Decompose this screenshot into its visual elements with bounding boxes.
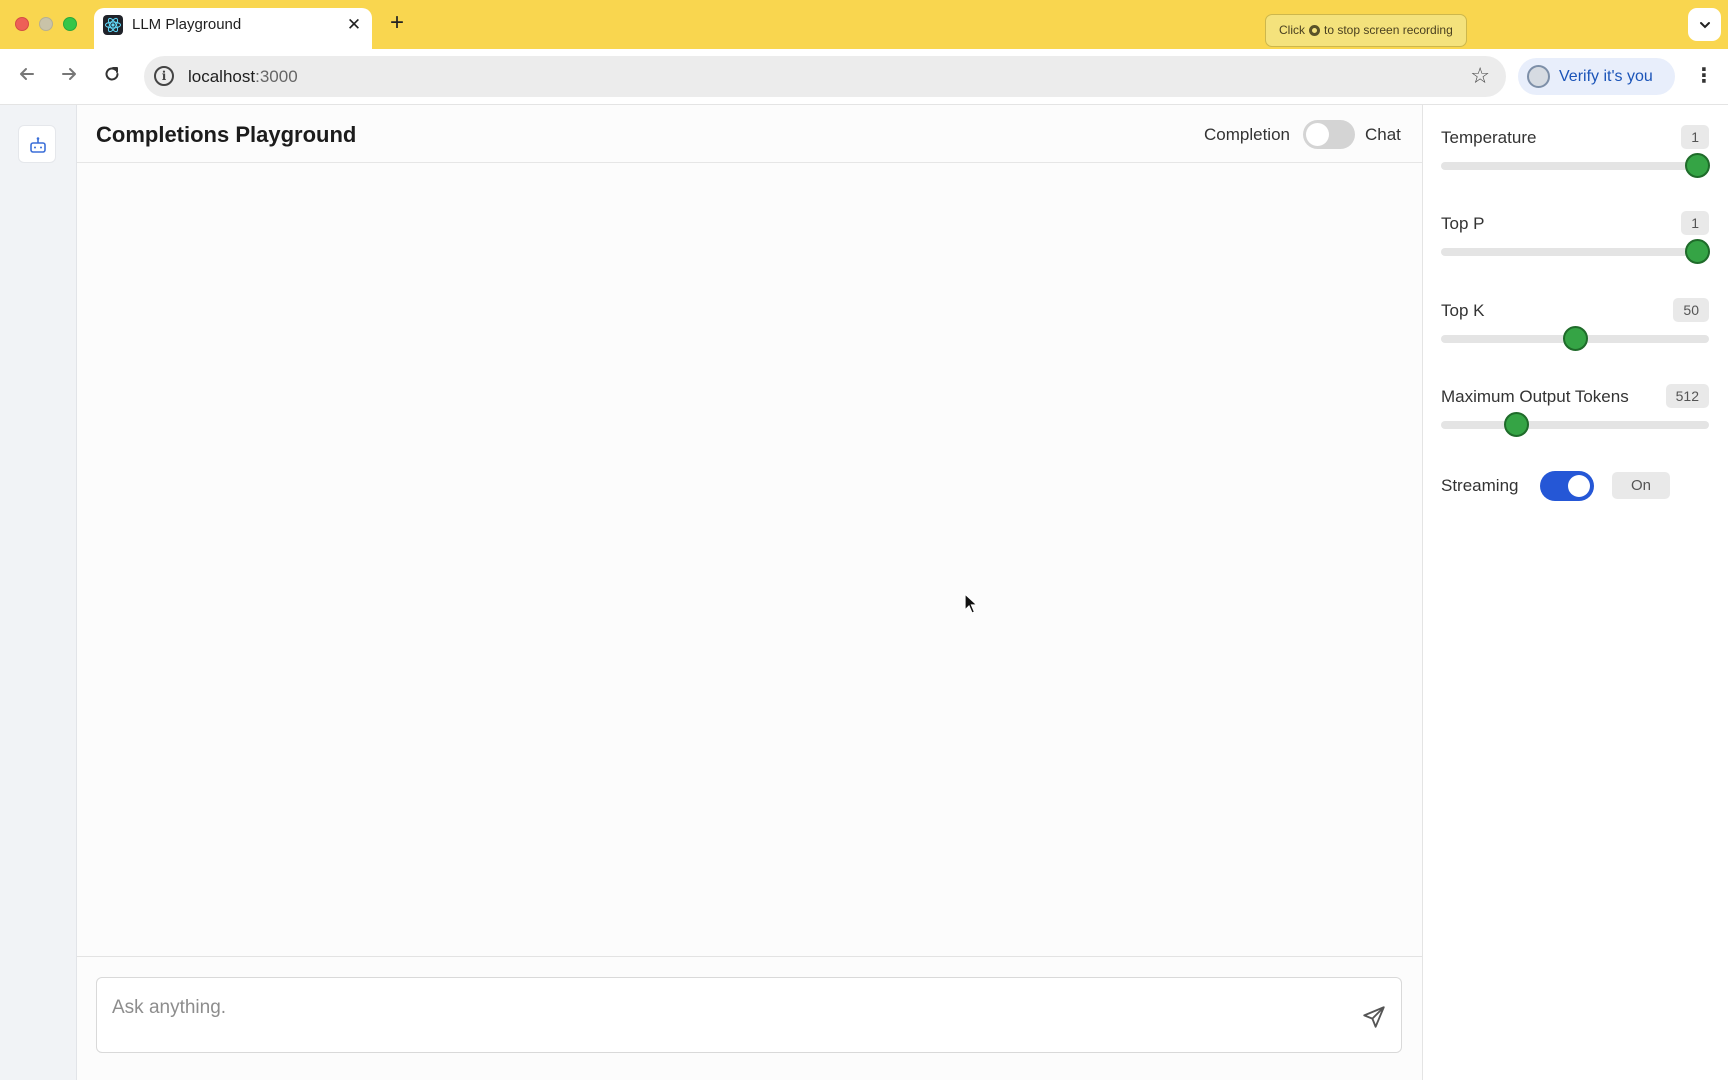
page-title: Completions Playground — [96, 122, 357, 147]
mode-toggle-switch[interactable] — [1303, 120, 1355, 149]
max-output-tokens-slider[interactable] — [1441, 412, 1709, 437]
param-value-input[interactable]: 1 — [1681, 211, 1709, 235]
temperature-slider[interactable] — [1441, 153, 1710, 178]
param-label: Temperature — [1441, 128, 1537, 147]
browser-toolbar: i localhost:3000 ☆ Verify it's you ⋮ — [0, 49, 1728, 105]
param-label: Maximum Output Tokens — [1441, 387, 1629, 406]
recording-notice-suffix: to stop screen recording — [1324, 23, 1453, 37]
site-info-icon[interactable]: i — [154, 66, 174, 86]
tab-search-button[interactable] — [1688, 8, 1721, 41]
window-minimize-button[interactable] — [39, 17, 53, 31]
top-k-slider[interactable] — [1441, 326, 1709, 351]
mode-toggle-knob — [1306, 123, 1329, 146]
param-label: Top P — [1441, 214, 1485, 233]
address-bar[interactable]: i localhost:3000 ☆ — [144, 56, 1506, 97]
param-value-input[interactable]: 1 — [1681, 125, 1709, 149]
url-host: localhost — [188, 67, 256, 86]
forward-button[interactable] — [56, 64, 82, 90]
mode-label-completion: Completion — [1204, 125, 1290, 144]
browser-tab-bar: LLM Playground ✕ + Click to stop screen … — [0, 0, 1728, 49]
screen-recording-tooltip[interactable]: Click to stop screen recording — [1265, 14, 1467, 47]
address-url[interactable]: localhost:3000 — [188, 67, 298, 87]
arrow-left-icon — [20, 68, 34, 80]
param-value-input[interactable]: 50 — [1673, 298, 1709, 322]
streaming-state-badge: On — [1612, 472, 1670, 499]
close-tab-icon[interactable]: ✕ — [343, 14, 365, 36]
prompt-input[interactable] — [112, 994, 1342, 1022]
recording-notice-prefix: Click — [1279, 23, 1305, 37]
mouse-cursor-icon — [964, 593, 979, 614]
sidebar-item-playground[interactable] — [18, 125, 56, 163]
mode-label-chat: Chat — [1365, 125, 1401, 144]
playground-header: Completions Playground Completion Chat — [77, 105, 1422, 163]
streaming-label: Streaming — [1441, 476, 1519, 495]
tab-title: LLM Playground — [132, 16, 242, 33]
app-sidebar — [0, 105, 77, 1080]
verify-label: Verify it's you — [1559, 68, 1653, 85]
verify-profile-button[interactable]: Verify it's you — [1518, 58, 1675, 95]
profile-avatar — [1527, 65, 1550, 88]
send-button[interactable] — [1361, 1004, 1389, 1032]
param-value-input[interactable]: 512 — [1665, 384, 1709, 408]
record-stop-icon — [1309, 25, 1320, 36]
browser-tab-active[interactable]: LLM Playground ✕ — [94, 8, 372, 49]
send-icon — [1363, 1006, 1385, 1028]
slider-thumb[interactable] — [1563, 326, 1588, 351]
composer-divider — [77, 956, 1422, 957]
prompt-composer — [96, 977, 1402, 1053]
parameters-panel: Temperature 1 Top P 1 Top K 50 Maximum O… — [1422, 105, 1728, 1080]
arrow-right-icon — [62, 68, 76, 80]
reload-button[interactable] — [99, 64, 125, 90]
slider-thumb[interactable] — [1685, 153, 1710, 178]
playground-main: Completions Playground Completion Chat — [77, 105, 1422, 1080]
browser-menu-icon[interactable]: ⋮ — [1694, 63, 1714, 88]
bookmark-star-icon[interactable]: ☆ — [1470, 63, 1490, 89]
slider-thumb[interactable] — [1685, 239, 1710, 264]
top-p-slider[interactable] — [1441, 239, 1710, 264]
react-favicon-icon — [103, 15, 123, 35]
slider-thumb[interactable] — [1504, 412, 1530, 437]
param-label: Top K — [1441, 301, 1485, 320]
new-tab-icon[interactable]: + — [384, 10, 410, 36]
window-zoom-button[interactable] — [63, 17, 77, 31]
reload-icon — [105, 67, 119, 81]
url-port: :3000 — [255, 67, 298, 86]
window-close-button[interactable] — [15, 17, 29, 31]
streaming-toggle-switch[interactable] — [1540, 471, 1594, 501]
robot-icon — [30, 137, 46, 153]
chevron-down-icon — [1699, 22, 1710, 29]
back-button[interactable] — [14, 64, 40, 90]
streaming-toggle-knob — [1568, 475, 1590, 497]
